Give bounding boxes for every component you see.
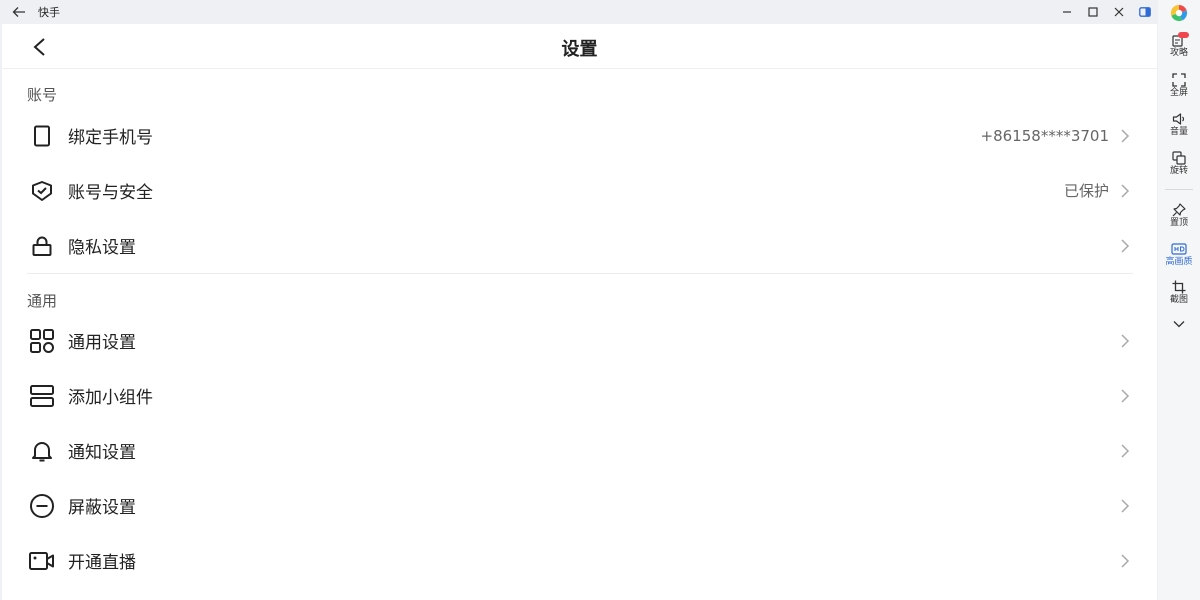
row-label: 隐私设置	[68, 238, 136, 258]
block-icon	[28, 492, 56, 520]
sidebar-label: 置顶	[1169, 218, 1188, 228]
pin-icon	[1172, 203, 1186, 217]
volume-icon	[1172, 113, 1185, 125]
row-value: +86158****3701	[980, 126, 1109, 145]
chevron-down-icon	[1173, 321, 1185, 328]
close-button[interactable]	[1106, 0, 1132, 24]
sidebar-item-pin[interactable]: 置顶	[1158, 203, 1200, 239]
row-value: 已保护	[1063, 182, 1109, 200]
sidebar-label: 音量	[1169, 127, 1188, 137]
app-logo-icon	[1170, 4, 1188, 22]
settings-row-account-security[interactable]: 账号与安全 已保护	[2, 163, 1157, 218]
bell-icon	[28, 437, 56, 465]
sidebar-toggle-button[interactable]	[1132, 0, 1158, 24]
window-back-button[interactable]	[0, 0, 38, 24]
sidebar-label: 全屏	[1169, 88, 1188, 98]
page-title: 设置	[561, 39, 598, 60]
chevron-right-icon	[1118, 127, 1132, 145]
chevron-right-icon	[1118, 442, 1132, 460]
chevron-right-icon	[1118, 387, 1132, 405]
row-label: 添加小组件	[68, 388, 153, 408]
widget-icon	[28, 382, 56, 410]
settings-row-privacy[interactable]: 隐私设置	[2, 218, 1157, 273]
close-icon	[1114, 7, 1124, 17]
settings-row-notifications[interactable]: 通知设置	[2, 423, 1157, 478]
row-label: 绑定手机号	[68, 128, 153, 148]
emulator-sidebar: 攻略 全屏 音量 旋转 置顶 高画质 截图	[1158, 0, 1200, 600]
chevron-right-icon	[1118, 237, 1132, 255]
sidebar-toggle-icon	[1139, 7, 1151, 17]
sidebar-item-guide[interactable]: 攻略	[1158, 32, 1200, 68]
guide-icon	[1172, 32, 1189, 47]
window-title: 快手	[38, 6, 60, 19]
camera-icon	[28, 547, 56, 575]
lock-icon	[28, 232, 56, 260]
maximize-button[interactable]	[1080, 0, 1106, 24]
settings-page: 设置 账号 绑定手机号 +86158****3701 账号与安全 已保护 隐私设…	[2, 24, 1157, 600]
maximize-icon	[1088, 7, 1098, 17]
sidebar-expand-button[interactable]	[1158, 320, 1200, 334]
row-label: 账号与安全	[68, 183, 153, 203]
settings-row-add-widget[interactable]: 添加小组件	[2, 368, 1157, 423]
sidebar-item-hd[interactable]: 高画质	[1158, 242, 1200, 278]
fullscreen-icon	[1172, 73, 1186, 87]
window-titlebar: 快手	[0, 0, 1158, 24]
sidebar-label: 截图	[1169, 295, 1188, 305]
chevron-right-icon	[1118, 552, 1132, 570]
sidebar-item-rotate[interactable]: 旋转	[1158, 151, 1200, 187]
arrow-left-icon	[12, 7, 25, 17]
settings-row-bind-phone[interactable]: 绑定手机号 +86158****3701	[2, 108, 1157, 163]
shield-icon	[28, 177, 56, 205]
settings-row-block[interactable]: 屏蔽设置	[2, 478, 1157, 533]
rotate-icon	[1172, 151, 1186, 165]
row-label: 屏蔽设置	[68, 498, 136, 518]
page-header: 设置	[2, 24, 1157, 69]
settings-row-general[interactable]: 通用设置	[2, 313, 1157, 368]
settings-row-live-stream[interactable]: 开通直播	[2, 533, 1157, 588]
sidebar-item-fullscreen[interactable]: 全屏	[1158, 73, 1200, 109]
section-title-general: 通用	[27, 292, 58, 310]
sidebar-label: 高画质	[1165, 257, 1193, 267]
sidebar-item-volume[interactable]: 音量	[1158, 112, 1200, 148]
grid-icon	[28, 327, 56, 355]
minimize-icon	[1063, 11, 1071, 13]
minimize-button[interactable]	[1054, 0, 1080, 24]
chevron-right-icon	[1118, 497, 1132, 515]
row-label: 通知设置	[68, 443, 136, 463]
section-title-account: 账号	[27, 86, 58, 104]
row-label: 开通直播	[68, 553, 136, 573]
sidebar-label: 攻略	[1169, 48, 1188, 58]
sidebar-item-screenshot[interactable]: 截图	[1158, 280, 1200, 316]
sidebar-divider	[1165, 189, 1193, 190]
crop-icon	[1172, 280, 1186, 294]
chevron-right-icon	[1118, 332, 1132, 350]
row-label: 通用设置	[68, 333, 136, 353]
hd-icon	[1171, 243, 1187, 255]
section-divider	[27, 273, 1133, 274]
chevron-right-icon	[1118, 182, 1132, 200]
phone-icon	[28, 122, 56, 150]
sidebar-label: 旋转	[1169, 166, 1188, 176]
